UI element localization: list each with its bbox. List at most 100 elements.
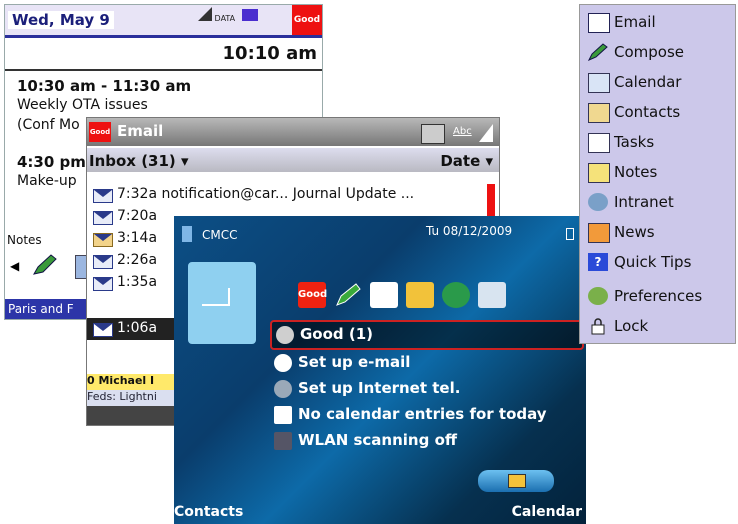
app-menu: Email Compose Calendar Contacts Tasks No… [579,4,736,344]
email-row-text: 1:06a [117,320,158,336]
setup-email-row[interactable]: Set up e-mail [270,350,580,376]
email-title: Email [117,122,164,140]
menu-item-label: Tasks [614,133,655,151]
email-row-text: 7:20a [117,208,158,224]
signal-bars-icon [198,7,212,21]
pencil-icon [587,43,608,61]
menu-item-calendar[interactable]: Calendar [588,69,734,97]
setup-internet-tel-row[interactable]: Set up Internet tel. [270,376,580,402]
news-icon[interactable] [370,282,398,308]
attachment-envelope-icon [93,233,113,247]
inbox-icon[interactable] [478,282,506,308]
wlan-row[interactable]: WLAN scanning off [270,428,580,454]
date-sort-dropdown[interactable]: Date ▾ [440,152,493,170]
calendar-icon [588,73,610,93]
envelope-icon [93,255,113,269]
envelope-icon [93,189,113,203]
inbox-dropdown[interactable]: Inbox (31) ▾ [89,152,189,170]
menu-item-label: Lock [614,317,649,335]
event-time[interactable]: 4:30 pm [17,153,86,171]
menu-item-email[interactable]: Email [588,9,734,37]
email-row-text: 7:32a notification@car... Journal Update… [117,186,415,202]
email-row-text: 3:14a [117,230,158,246]
wlan-icon [274,432,292,450]
battery-icon [241,9,258,21]
scroll-left-icon[interactable]: ◀ [10,259,19,273]
palm-time: 10:10 am [222,43,317,64]
menu-item-quick-tips[interactable]: ? Quick Tips [588,249,734,277]
menu-item-label: Preferences [614,287,703,305]
softkey-right[interactable]: Calendar [512,504,582,520]
envelope-icon [93,277,113,291]
event-title[interactable]: Make-up [17,173,77,189]
signal-icon [182,226,192,242]
globe-icon[interactable] [442,282,470,308]
menu-item-intranet[interactable]: Intranet [588,189,734,217]
contacts-icon [588,103,610,123]
menu-item-label: Calendar [614,73,682,91]
good-logo-icon: Good [89,122,111,142]
operator-name: CMCC [202,228,238,242]
gear-icon [588,287,608,305]
event-location: (Conf Mo [17,117,80,133]
compose-icon[interactable] [334,282,362,308]
intranet-icon [588,193,608,211]
email-row-text: 2:26a [117,252,158,268]
keyboard-icon[interactable] [421,124,445,144]
menu-item-label: Quick Tips [614,253,692,271]
softkey-left[interactable]: Contacts [174,504,243,520]
menu-item-label: Compose [614,43,685,61]
menu-item-tasks[interactable]: Tasks [588,129,734,157]
mail-icon[interactable] [406,282,434,308]
menu-item-label: Contacts [614,103,681,121]
clock-widget[interactable] [188,262,256,344]
palm-date[interactable]: Wed, May 9 [8,11,114,29]
at-sign-icon [274,354,292,372]
abc-input-mode[interactable]: Abc [453,126,472,137]
menu-item-news[interactable]: News [588,219,734,247]
good-app-icon[interactable]: Good [298,282,327,308]
menu-item-label: News [614,223,655,241]
menu-item-lock[interactable]: Lock [588,313,734,341]
notes-icon [588,163,610,183]
envelope-icon [93,323,113,337]
menu-item-label: Intranet [614,193,674,211]
email-row[interactable]: 7:32a notification@car... Journal Update… [87,184,499,206]
menu-item-label: Email [614,13,656,31]
calendar-row[interactable]: No calendar entries for today [270,402,580,428]
notes-label[interactable]: Notes [7,233,42,247]
row-label: No calendar entries for today [298,405,547,423]
menu-item-notes[interactable]: Notes [588,159,734,187]
news-icon [588,223,610,243]
signal-icon [479,124,493,142]
menu-item-contacts[interactable]: Contacts [588,99,734,127]
help-icon: ? [588,253,608,271]
good-icon [276,326,294,344]
calendar-icon [274,406,292,424]
divider [5,69,322,71]
date-time: Tu 08/12/2009 [426,224,513,238]
lock-icon [588,317,608,335]
tasks-icon [588,133,610,153]
good-notification-row[interactable]: Good (1) [270,320,584,350]
pencil-icon[interactable] [31,253,59,277]
shortcut-bar: Good [298,278,506,312]
row-label: WLAN scanning off [298,431,458,449]
envelope-icon [93,211,113,225]
email-icon [588,13,610,33]
nokia-home-screen: CMCC Tu 08/12/2009 Good Good (1) Set up … [174,216,586,524]
row-label: Set up e-mail [298,353,411,371]
event-time[interactable]: 10:30 am - 11:30 am [17,77,191,95]
row-label: Good (1) [300,325,374,343]
internet-tel-icon [274,380,292,398]
voicemail-button[interactable] [478,470,554,492]
good-icon[interactable]: Good [292,5,322,35]
menu-item-preferences[interactable]: Preferences [588,283,734,311]
email-row-text: 1:35a [117,274,158,290]
battery-icon [566,228,574,240]
row-label: Set up Internet tel. [298,379,461,397]
menu-item-compose[interactable]: Compose [587,39,734,67]
event-title[interactable]: Weekly OTA issues [17,97,148,113]
data-label: DATA [214,14,236,23]
signal-icon: DATA [198,7,258,23]
